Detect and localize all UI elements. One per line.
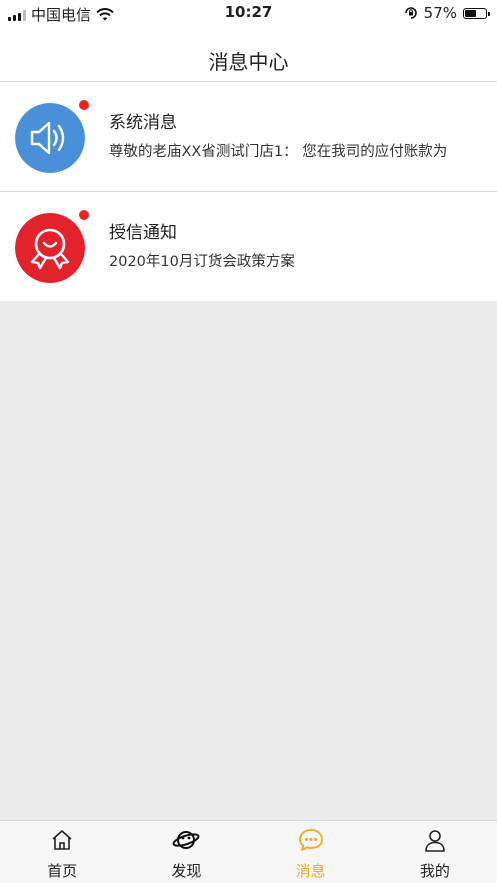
tab-me[interactable]: 我的 (373, 821, 497, 883)
tab-home[interactable]: 首页 (0, 821, 124, 883)
page-title: 消息中心 (208, 50, 289, 74)
tab-label: 首页 (47, 862, 78, 880)
message-item-credit[interactable]: 授信通知 2020年10月订货会政策方案 (0, 192, 497, 301)
rotation-lock-icon (404, 7, 417, 19)
message-preview: 尊敬的老庙XX省测试门店1： 您在我司的应付账款为 (109, 144, 448, 160)
battery-percent: 57% (423, 4, 457, 22)
tab-label: 发现 (171, 862, 202, 880)
unread-dot (79, 210, 89, 220)
status-bar: 中国电信 10:27 57% (0, 0, 497, 28)
message-title: 系统消息 (109, 113, 177, 133)
status-right: 57% (404, 4, 490, 22)
message-title: 授信通知 (109, 223, 177, 243)
tab-discover[interactable]: 发现 (124, 821, 248, 883)
tab-label: 消息 (295, 862, 326, 880)
battery-icon (463, 7, 490, 19)
chat-icon (298, 829, 323, 851)
tab-bar: 首页 发现 消息 我的 (0, 820, 497, 883)
message-list: 系统消息 尊敬的老庙XX省测试门店1： 您在我司的应付账款为 授信通知 2020… (0, 82, 497, 301)
planet-icon (172, 831, 200, 849)
message-preview: 2020年10月订货会政策方案 (109, 254, 295, 270)
unread-dot (79, 100, 89, 110)
tab-messages[interactable]: 消息 (249, 821, 373, 883)
badge-icon (15, 213, 85, 283)
speaker-icon (15, 103, 85, 173)
message-item-system[interactable]: 系统消息 尊敬的老庙XX省测试门店1： 您在我司的应付账款为 (0, 82, 497, 192)
home-icon (52, 830, 72, 850)
person-icon (425, 830, 445, 852)
nav-bar: 消息中心 (0, 28, 497, 82)
tab-label: 我的 (419, 862, 450, 880)
